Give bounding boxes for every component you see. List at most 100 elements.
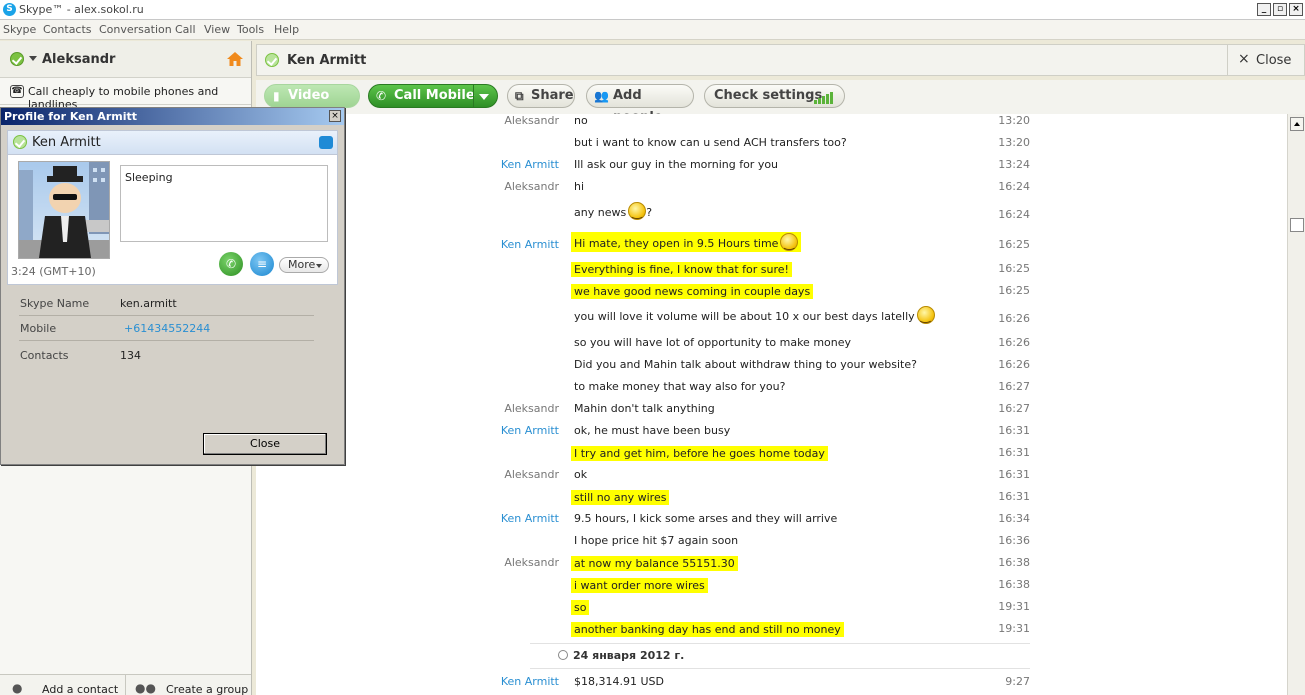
- check-settings-button[interactable]: Check settings: [704, 84, 845, 108]
- message-time: 16:27: [998, 402, 1030, 415]
- window-close-button[interactable]: ×: [1289, 3, 1303, 16]
- share-button[interactable]: ⧉ Share: [507, 84, 575, 108]
- message-text-content: ok: [574, 468, 588, 481]
- close-conversation-button[interactable]: × Close: [1227, 45, 1305, 75]
- menu-help[interactable]: Help: [274, 23, 299, 36]
- user-status-bar[interactable]: Aleksandr: [0, 41, 251, 78]
- profile-close-button[interactable]: Close: [203, 433, 327, 455]
- message-time: 16:25: [998, 238, 1030, 251]
- message-time: 19:31: [998, 600, 1030, 613]
- chevron-down-icon[interactable]: [29, 56, 37, 61]
- message-text-content: i want order more wires: [574, 579, 705, 592]
- message-time: 16:31: [998, 446, 1030, 459]
- menu-call[interactable]: Call: [175, 23, 196, 36]
- chat-message-row: so 19:31: [256, 600, 1287, 622]
- call-mobile-button[interactable]: ✆ Call Mobile: [368, 84, 498, 108]
- message-text-content: 9.5 hours, I kick some arses and they wi…: [574, 512, 838, 525]
- chat-history[interactable]: Aleksandr no 13:20 but i want to know can u…: [256, 114, 1287, 695]
- message-text: no: [574, 114, 588, 127]
- chat-message-row: but i want to know can u send ACH transf…: [256, 136, 1287, 158]
- chat-scrollbar[interactable]: [1287, 114, 1305, 695]
- close-conversation-label: Close: [1256, 53, 1292, 68]
- message-text: at now my balance 55151.30: [571, 556, 738, 571]
- message-text: we have good news coming in couple days: [571, 284, 814, 299]
- home-icon[interactable]: [227, 52, 243, 66]
- message-text-content: at now my balance 55151.30: [574, 557, 735, 570]
- message-sender[interactable]: Aleksandr: [256, 556, 559, 569]
- message-text: Mahin don't talk anything: [574, 402, 715, 415]
- contact-status-icon: [13, 135, 27, 149]
- online-status-icon[interactable]: [10, 52, 24, 66]
- call-contact-button[interactable]: ✆: [219, 252, 243, 276]
- scroll-up-arrow-icon[interactable]: [1290, 117, 1304, 131]
- chat-message-row: any news? 16:24: [256, 202, 1287, 230]
- chat-message-row: Ken Armitt Ill ask our guy in the morning…: [256, 158, 1287, 180]
- video-camera-icon[interactable]: [319, 136, 333, 149]
- message-text-content: we have good news coming in couple days: [574, 285, 811, 298]
- add-contact-button[interactable]: ● Add a contact: [0, 675, 126, 695]
- message-sender[interactable]: Aleksandr: [256, 468, 559, 481]
- message-time: 16:25: [998, 262, 1030, 275]
- menu-bar: Skype Contacts Conversation Call View To…: [0, 20, 1305, 40]
- menu-skype[interactable]: Skype: [3, 23, 36, 36]
- avatar-illustration: [19, 162, 109, 258]
- chat-message-row: Ken Armitt 9.5 hours, I kick some arses a…: [256, 512, 1287, 534]
- message-sender[interactable]: Ken Armitt: [256, 512, 559, 525]
- chevron-down-icon[interactable]: [479, 94, 489, 100]
- video-camera-icon: ▮: [273, 89, 280, 103]
- menu-contacts[interactable]: Contacts: [43, 23, 92, 36]
- chat-message-row: so you will have lot of opportunity to m…: [256, 336, 1287, 358]
- video-call-button[interactable]: ▮ Video call: [264, 84, 360, 125]
- profile-field-label: Mobile: [20, 322, 57, 335]
- menu-view[interactable]: View: [204, 23, 230, 36]
- add-people-button[interactable]: 👥 Add people: [586, 84, 694, 125]
- message-text: to make money that way also for you?: [574, 380, 785, 393]
- maximize-button[interactable]: ▫: [1273, 3, 1287, 16]
- call-promo-bar[interactable]: ☎ Call cheaply to mobile phones and land…: [0, 79, 251, 111]
- chat-message-row: Aleksandr hi 16:24: [256, 180, 1287, 202]
- chat-contact-button[interactable]: ≡: [250, 252, 274, 276]
- group-icon: ●●: [135, 681, 156, 695]
- share-label: Share: [531, 88, 574, 103]
- message-time: 16:31: [998, 424, 1030, 437]
- mobile-number-link[interactable]: +61434552244: [124, 322, 210, 335]
- message-time: 16:26: [998, 336, 1030, 349]
- message-time: 16:27: [998, 380, 1030, 393]
- message-time: 16:31: [998, 490, 1030, 503]
- message-text: you will love it volume will be about 10…: [574, 306, 935, 324]
- more-button[interactable]: More: [279, 257, 329, 273]
- message-text-content: Did you and Mahin talk about withdraw th…: [574, 358, 917, 371]
- close-icon: ×: [1238, 51, 1250, 67]
- chat-message-row: we have good news coming in couple days 1…: [256, 284, 1287, 306]
- minimize-button[interactable]: _: [1257, 3, 1271, 16]
- message-text: I try and get him, before he goes home t…: [571, 446, 828, 461]
- message-time: 16:36: [998, 534, 1030, 547]
- more-label: More: [288, 258, 316, 271]
- menu-tools[interactable]: Tools: [237, 23, 264, 36]
- message-text-content: hi: [574, 180, 585, 193]
- message-text-content: still no any wires: [574, 491, 667, 504]
- message-text: so: [571, 600, 590, 615]
- message-text: hi: [574, 180, 584, 193]
- message-sender[interactable]: Ken Armitt: [256, 675, 559, 688]
- chat-message-row: Aleksandr ok 16:31: [256, 468, 1287, 490]
- message-time: 16:24: [998, 208, 1030, 221]
- create-group-button[interactable]: ●● Create a group: [127, 675, 251, 695]
- scroll-thumb[interactable]: [1290, 218, 1304, 232]
- conversation-contact-name[interactable]: Ken Armitt: [287, 53, 366, 68]
- message-time: 16:26: [998, 312, 1030, 325]
- message-text-content: you will love it volume will be about 10…: [574, 310, 915, 323]
- message-text: Everything is fine, I know that for sure…: [571, 262, 792, 277]
- profile-close-icon[interactable]: ×: [329, 110, 341, 122]
- chat-message-row: Aleksandr no 13:20: [256, 114, 1287, 136]
- local-time: 3:24 (GMT+10): [11, 265, 96, 278]
- message-text-content: any news: [574, 206, 627, 219]
- message-text: but i want to know can u send ACH transf…: [574, 136, 847, 149]
- message-text-content: ok, he must have been busy: [574, 424, 731, 437]
- message-text-content: so: [574, 601, 587, 614]
- left-bottom-bar: ● Add a contact ●● Create a group: [0, 674, 251, 695]
- menu-conversation[interactable]: Conversation: [99, 23, 172, 36]
- profile-close-label: Close: [250, 437, 280, 450]
- date-separator-label: 24 января 2012 г.: [573, 649, 685, 662]
- profile-field-contacts: Contacts 134: [19, 342, 314, 368]
